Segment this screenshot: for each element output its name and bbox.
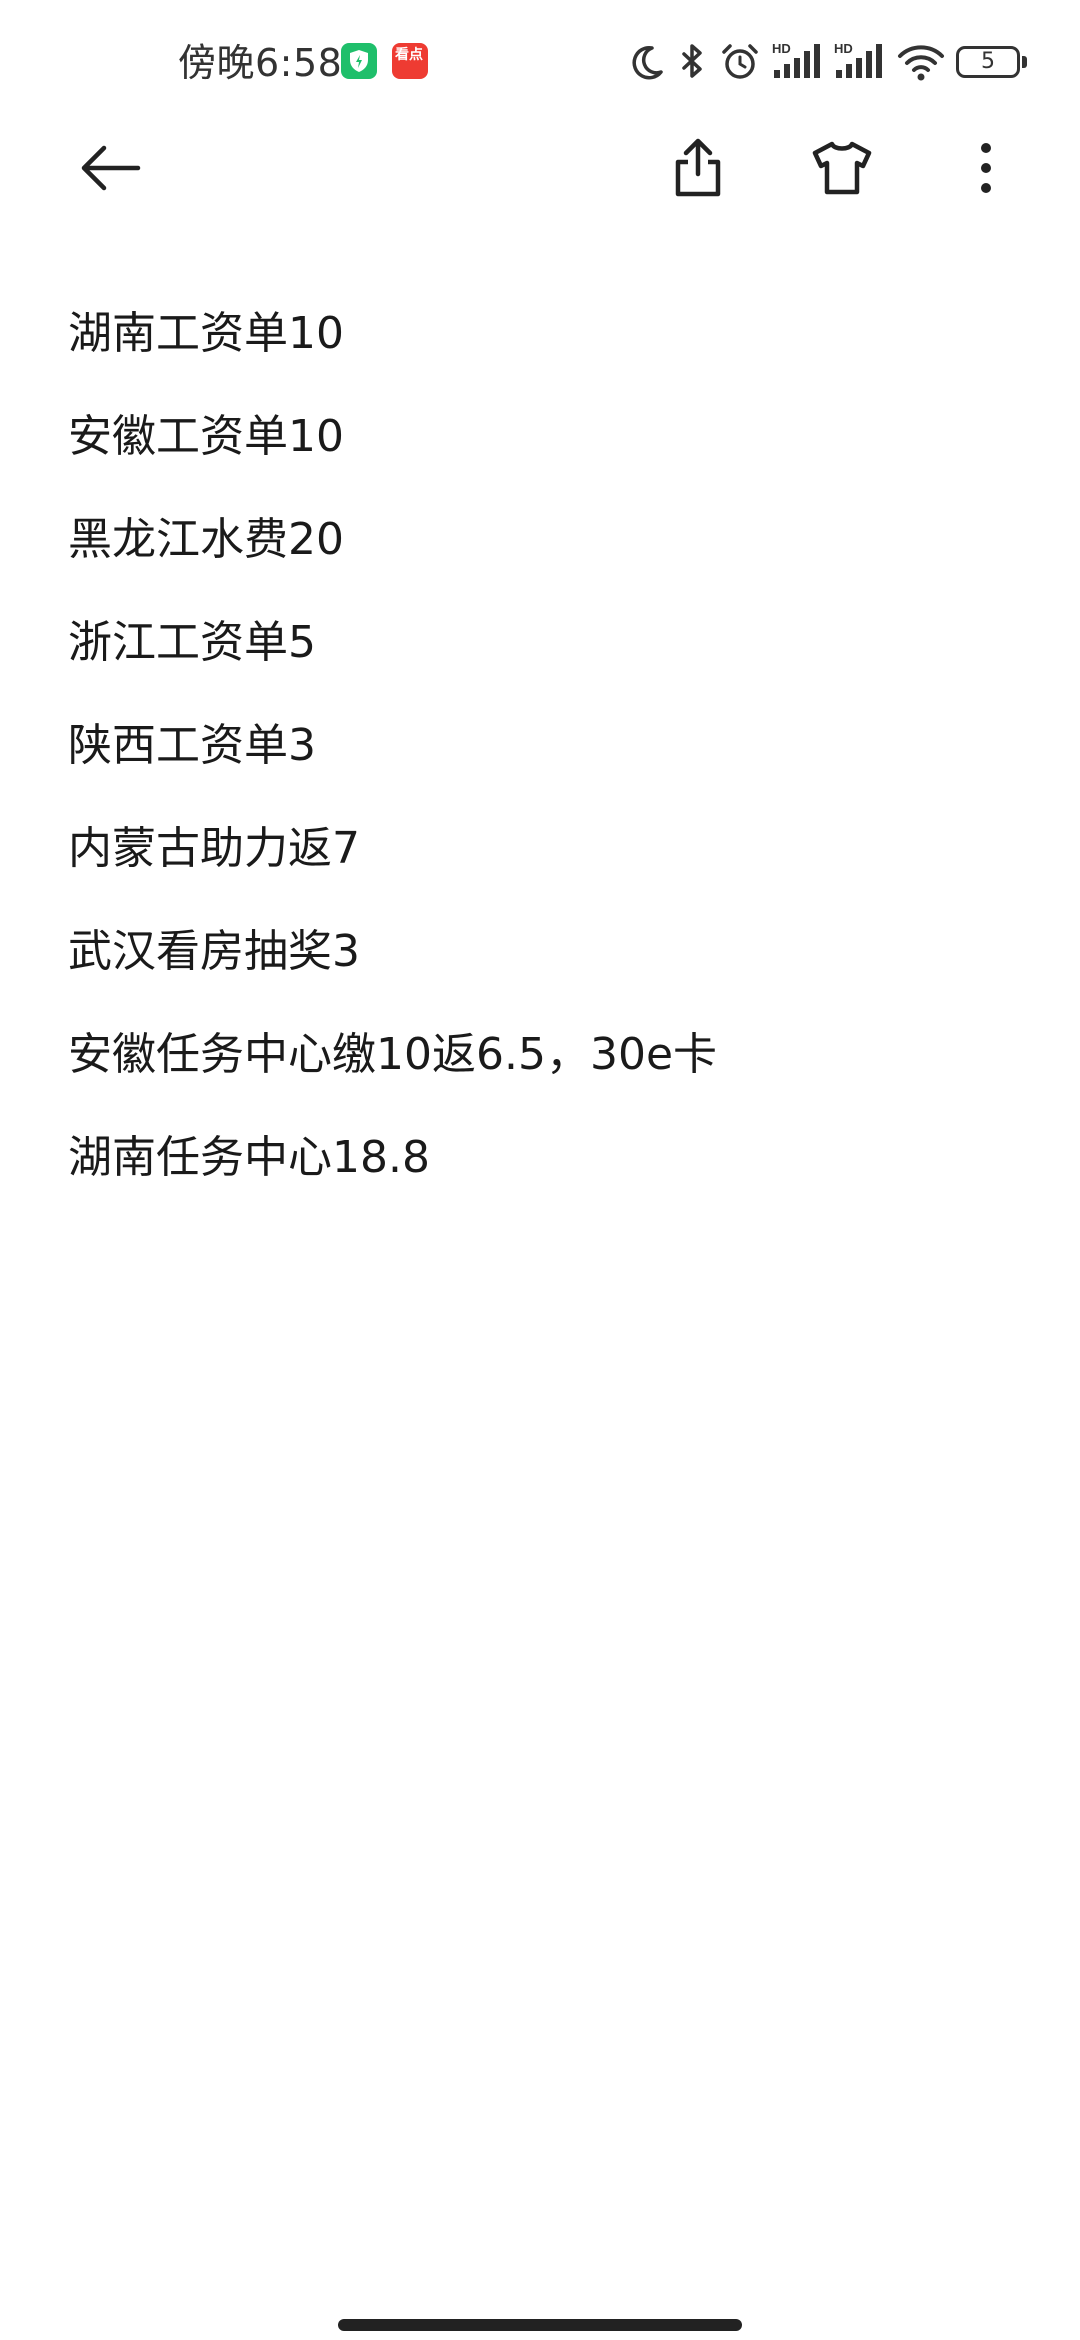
news-app-icon: 看点 (392, 43, 428, 79)
share-icon (675, 138, 721, 197)
wifi-icon (898, 45, 944, 81)
tshirt-icon (812, 141, 872, 195)
back-arrow-icon (81, 145, 141, 191)
note-line: 浙江工资单5 (68, 617, 316, 668)
more-vertical-icon (981, 143, 991, 193)
note-line: 安徽工资单10 (68, 411, 344, 462)
battery-level: 5 (981, 49, 995, 74)
note-line: 陕西工资单3 (68, 720, 316, 771)
battery-icon: 5 (956, 46, 1028, 78)
note-line: 湖南任务中心18.8 (68, 1132, 430, 1183)
shield-icon (341, 43, 377, 79)
note-content[interactable]: 湖南工资单10 安徽工资单10 黑龙江水费20 浙江工资单5 陕西工资单3 内蒙… (68, 282, 1012, 1209)
share-button[interactable] (658, 128, 738, 208)
note-line: 黑龙江水费20 (68, 514, 344, 565)
news-app-label: 看点 (395, 47, 423, 63)
note-line: 内蒙古助力返7 (68, 823, 360, 874)
back-button[interactable] (70, 128, 150, 208)
signal-icon: HD (772, 41, 820, 78)
status-bar: 傍晚6:58 看点 HD HD 5 (0, 0, 1080, 120)
theme-button[interactable] (802, 128, 882, 208)
note-line: 安徽任务中心缴10返6.5，30e卡 (68, 1029, 718, 1080)
home-indicator[interactable] (338, 2319, 742, 2331)
note-toolbar (0, 120, 1080, 220)
signal-hd-label: HD (772, 41, 791, 56)
alarm-icon (722, 44, 758, 79)
note-line: 武汉看房抽奖3 (68, 926, 360, 977)
status-time: 傍晚6:58 (178, 41, 343, 85)
note-line: 湖南工资单10 (68, 308, 344, 359)
signal-hd-label: HD (834, 41, 853, 56)
moon-icon (632, 45, 663, 80)
bluetooth-icon (682, 44, 702, 78)
more-options-button[interactable] (946, 128, 1026, 208)
signal-icon: HD (834, 41, 882, 78)
